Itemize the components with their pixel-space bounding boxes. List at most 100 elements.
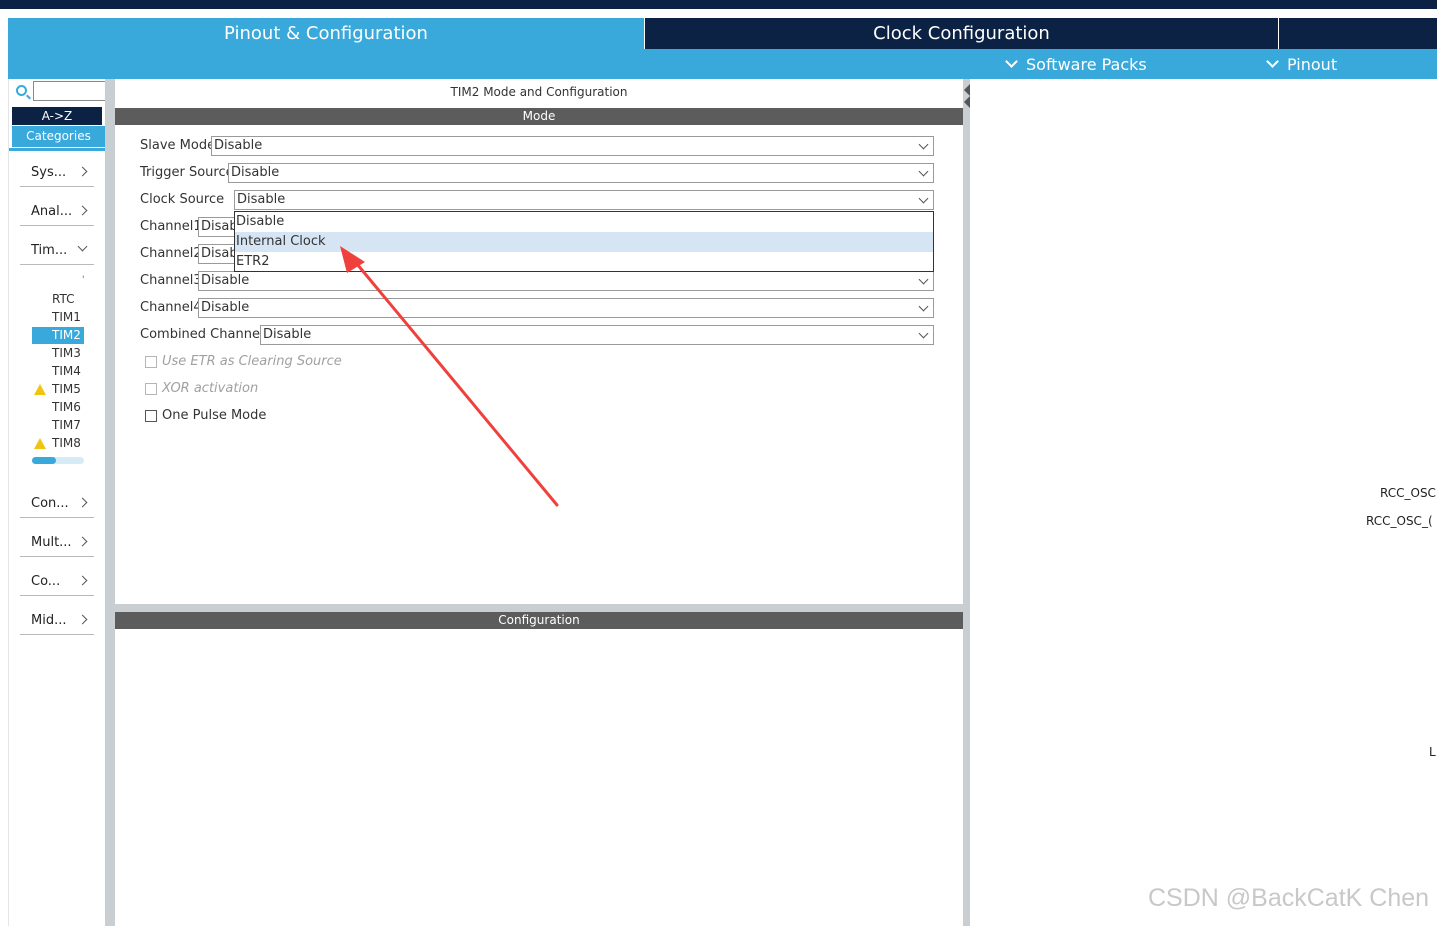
clock-source-dropdown: Disable Internal Clock ETR2 (234, 211, 934, 272)
option-internal-clock[interactable]: Internal Clock (235, 232, 933, 252)
category-label: Con... (31, 496, 69, 511)
peripheral-label: RTC (52, 292, 75, 306)
channel3-select[interactable]: Disable (198, 271, 934, 291)
watermark: CSDN @BackCatK Chen (1148, 884, 1430, 912)
trigger-source-value: Disable (231, 165, 280, 180)
main-tab-bar: Pinout & Configuration Clock Configurati… (8, 18, 1437, 49)
peripheral-label: TIM3 (52, 346, 81, 360)
category-middleware[interactable]: Mid... (20, 607, 94, 635)
option-disable[interactable]: Disable (235, 212, 933, 232)
channel2-value: Disab (201, 246, 238, 261)
checkbox-box (145, 356, 157, 368)
warning-icon (34, 384, 46, 395)
chevron-right-icon (77, 166, 88, 177)
peripheral-label: TIM2 (52, 328, 81, 342)
category-timers[interactable]: Tim... (20, 237, 94, 265)
search-icon[interactable] (16, 85, 27, 96)
chevron-down-icon (1266, 55, 1279, 68)
slave-mode-row: Slave Mode Disable (140, 136, 935, 156)
category-system-core[interactable]: Sys... (20, 159, 94, 187)
chevron-down-icon (918, 139, 929, 150)
mode-config-panel: TIM2 Mode and Configuration Mode Slave M… (115, 79, 963, 926)
chevron-down-icon (918, 274, 929, 285)
clock-source-row: Clock Source Disable (140, 190, 935, 210)
category-label: Mid... (31, 613, 67, 628)
peripheral-tim8[interactable]: TIM8 (32, 435, 84, 452)
channel4-select[interactable]: Disable (198, 298, 934, 318)
category-multimedia[interactable]: Mult... (20, 529, 94, 557)
mode-section-header: Mode (115, 108, 963, 125)
peripheral-label: TIM1 (52, 310, 81, 324)
peripheral-tim5[interactable]: TIM5 (32, 381, 84, 398)
chevron-down-icon (918, 193, 929, 204)
channel3-label: Channel3 (140, 273, 202, 288)
trigger-source-label: Trigger Source (140, 165, 234, 180)
one-pulse-mode-label: One Pulse Mode (162, 408, 267, 423)
slave-mode-value: Disable (214, 138, 263, 153)
categories-button[interactable]: Categories (12, 126, 105, 147)
category-connectivity[interactable]: Con... (20, 490, 94, 518)
category-label: Mult... (31, 535, 72, 550)
peripheral-tim4[interactable]: TIM4 (32, 363, 84, 380)
software-packs-menu[interactable]: Software Packs (1005, 49, 1147, 79)
pinout-menu[interactable]: Pinout (1266, 49, 1338, 79)
category-label: Co... (31, 574, 61, 589)
categories-underline (9, 148, 107, 151)
channel1-value: Disab (201, 219, 238, 234)
sidebar-splitter[interactable] (105, 79, 115, 926)
combined-channels-select[interactable]: Disable (260, 325, 934, 345)
one-pulse-mode-checkbox[interactable]: One Pulse Mode (145, 408, 295, 424)
slave-mode-label: Slave Mode (140, 138, 216, 153)
config-splitter[interactable] (115, 604, 963, 612)
channel4-row: Channel4 Disable (140, 298, 935, 318)
peripheral-tim1[interactable]: TIM1 (32, 309, 84, 326)
slave-mode-select[interactable]: Disable (211, 136, 934, 156)
clock-source-select[interactable]: Disable (234, 190, 934, 210)
pinout-view[interactable]: RCC_OSC RCC_OSC_( L (970, 79, 1437, 926)
sort-az-button[interactable]: A->Z (12, 107, 102, 125)
tab-clock-configuration[interactable]: Clock Configuration (645, 18, 1278, 49)
category-computing[interactable]: Co... (20, 568, 94, 596)
sidebar: A->Z Categories Sys... Anal... Tim... ' … (8, 79, 107, 926)
pin-label-rcc-osc-in: RCC_OSC (1380, 486, 1436, 500)
pinout-label: Pinout (1287, 54, 1338, 74)
configuration-section-header: Configuration (115, 612, 963, 629)
tab-next[interactable] (1279, 18, 1437, 49)
chevron-right-icon (77, 614, 88, 625)
category-label: Sys... (31, 165, 67, 180)
chevron-down-icon (918, 328, 929, 339)
option-etr2[interactable]: ETR2 (235, 252, 933, 272)
etr-clearing-checkbox[interactable]: Use ETR as Clearing Source (145, 354, 365, 370)
trigger-source-row: Trigger Source Disable (140, 163, 935, 183)
peripheral-tim3[interactable]: TIM3 (32, 345, 84, 362)
pin-label-rcc-osc-out: RCC_OSC_( (1366, 514, 1433, 528)
xor-activation-checkbox[interactable]: XOR activation (145, 381, 295, 397)
search-input[interactable] (33, 81, 107, 101)
view-splitter[interactable] (963, 79, 970, 926)
peripheral-label: TIM5 (52, 382, 81, 396)
checkbox-box (145, 383, 157, 395)
tick-mark: ' (82, 275, 85, 285)
category-analog[interactable]: Anal... (20, 198, 94, 226)
peripheral-tim2[interactable]: TIM2 (32, 327, 84, 344)
peripheral-label: TIM4 (52, 364, 81, 378)
peripheral-scrollbar-thumb[interactable] (32, 457, 56, 464)
tab-pinout-configuration[interactable]: Pinout & Configuration (8, 18, 644, 49)
pin-label-l: L (1429, 745, 1436, 759)
chevron-right-icon (77, 536, 88, 547)
channel4-value: Disable (201, 300, 250, 315)
peripheral-rtc[interactable]: RTC (32, 291, 84, 308)
category-label: Anal... (31, 204, 73, 219)
panel-title: TIM2 Mode and Configuration (450, 85, 628, 99)
peripheral-tim7[interactable]: TIM7 (32, 417, 84, 434)
warning-icon (34, 438, 46, 449)
peripheral-tim6[interactable]: TIM6 (32, 399, 84, 416)
trigger-source-select[interactable]: Disable (228, 163, 934, 183)
software-packs-label: Software Packs (1026, 54, 1147, 74)
xor-activation-label: XOR activation (162, 381, 259, 396)
chevron-right-icon (77, 497, 88, 508)
combined-channels-label: Combined Channels (140, 327, 271, 342)
top-strip (0, 0, 1437, 9)
combined-channels-row: Combined Channels Disable (140, 325, 935, 345)
channel4-label: Channel4 (140, 300, 202, 315)
